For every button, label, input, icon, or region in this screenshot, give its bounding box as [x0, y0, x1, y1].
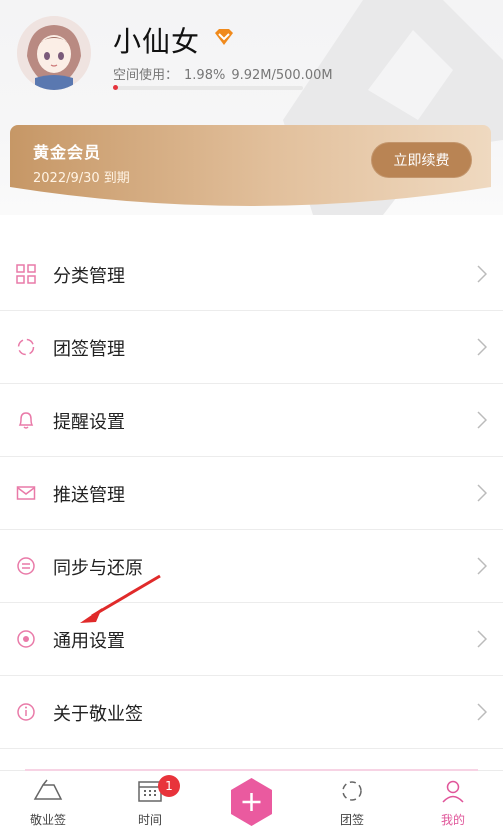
space-amount: 9.92M/500.00M: [231, 68, 333, 83]
menu-item-label: 通用设置: [53, 631, 125, 652]
chevron-right-icon: [477, 630, 487, 648]
username: 小仙女: [113, 25, 201, 58]
chevron-right-icon: [477, 265, 487, 283]
menu-item-label: 关于敬业签: [53, 704, 143, 725]
menu-item-label: 团签管理: [53, 339, 125, 360]
tab-mine[interactable]: 我的: [413, 779, 493, 828]
membership-card[interactable]: 黄金会员 2022/9/30 到期 立即续费: [10, 125, 491, 209]
vip-diamond-icon[interactable]: [213, 28, 235, 50]
menu-item-about[interactable]: 关于敬业签: [0, 676, 503, 749]
space-usage-bar: [113, 86, 303, 90]
space-usage-text: 空间使用： 1.98% 9.92M/500.00M: [113, 64, 339, 83]
chevron-right-icon: [477, 411, 487, 429]
space-usage-fill: [113, 85, 118, 90]
membership-title: 黄金会员: [33, 143, 102, 162]
info-icon: [17, 703, 35, 721]
settings-dot-icon: [17, 630, 35, 648]
tab-label: 时间: [137, 813, 162, 827]
tabbar-divider: [25, 769, 478, 771]
add-icon[interactable]: [229, 777, 274, 827]
team-icon: [17, 338, 35, 356]
note-icon: [33, 779, 63, 800]
annotation-arrow-icon: [80, 574, 161, 623]
settings-menu: 分类管理 团签管理 提醒设置 推送管理 同步与还原 通用设置 关于敬业签: [0, 238, 503, 749]
tab-label: 敬业签: [29, 813, 66, 827]
notification-badge: 1: [158, 775, 180, 797]
space-percent: 1.98%: [184, 68, 226, 83]
team-icon: [342, 781, 362, 801]
person-icon: [442, 780, 464, 803]
tab-label: 团签: [339, 813, 364, 827]
chevron-right-icon: [477, 484, 487, 502]
bell-icon: [18, 412, 34, 429]
tab-note[interactable]: 敬业签: [8, 779, 88, 828]
category-grid-icon: [16, 264, 36, 284]
menu-item-reminder[interactable]: 提醒设置: [0, 384, 503, 457]
sync-icon: [17, 557, 35, 575]
bottom-tab-bar: 敬业签 时间 1 团签 我的: [0, 769, 503, 834]
menu-item-label: 提醒设置: [53, 412, 125, 433]
menu-item-label: 推送管理: [53, 485, 125, 506]
renew-button[interactable]: 立即续费: [371, 142, 472, 178]
chevron-right-icon: [477, 703, 487, 721]
tab-team[interactable]: 团签: [312, 779, 392, 828]
menu-item-label: 分类管理: [53, 266, 125, 287]
space-label: 空间使用：: [113, 68, 179, 83]
membership-expiry: 2022/9/30 到期: [33, 171, 130, 186]
mail-icon: [16, 486, 36, 500]
chevron-right-icon: [477, 557, 487, 575]
menu-item-team[interactable]: 团签管理: [0, 311, 503, 384]
chevron-right-icon: [477, 338, 487, 356]
avatar[interactable]: [17, 16, 91, 90]
menu-item-category[interactable]: 分类管理: [0, 238, 503, 311]
avatar-image: [17, 16, 91, 90]
menu-item-push[interactable]: 推送管理: [0, 457, 503, 530]
tab-label: 我的: [440, 813, 465, 827]
